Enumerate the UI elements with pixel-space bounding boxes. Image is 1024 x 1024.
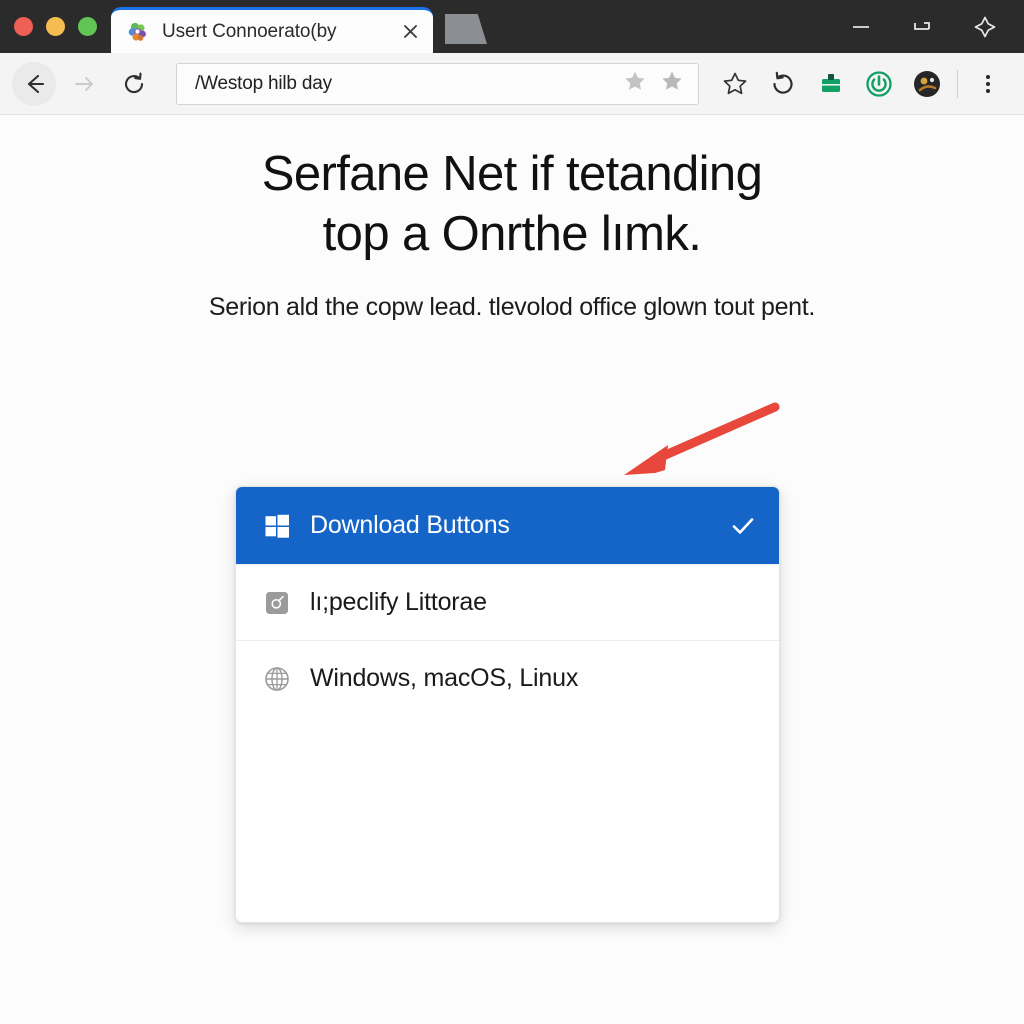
headline-line-1: Serfane Net if tetanding <box>261 147 763 201</box>
star-outline-icon[interactable] <box>711 60 759 108</box>
dropdown-item-label: Download Buttons <box>310 511 510 539</box>
browser-tab-active[interactable]: Usert Connoerato(by <box>111 7 433 53</box>
profile-avatar-icon[interactable] <box>903 60 951 108</box>
dropdown-item-platforms[interactable]: Windows, macOS, Linux <box>236 640 779 716</box>
tab-placeholder-shape[interactable] <box>445 14 487 44</box>
omnibox-actions <box>623 69 688 98</box>
refresh-icon[interactable] <box>759 60 807 108</box>
dropdown-item-label: lı;peclify Littorae <box>310 588 487 616</box>
bookmark-star-filled-icon[interactable] <box>660 69 684 98</box>
headline-line-2: top a Onrthe lımk. <box>322 206 702 261</box>
page-subtitle: Serion ald the copw lead. tlevolod offic… <box>208 292 816 321</box>
dropdown-item-specify-literature[interactable]: lı;peclify Littorae <box>236 564 779 640</box>
forward-button[interactable] <box>62 62 106 106</box>
address-bar[interactable]: /Westop hilb day <box>176 62 699 105</box>
browser-window: Usert Connoerato(by /Westop hilb day Ser… <box>0 0 1024 1024</box>
window-controls <box>830 0 1024 53</box>
clipboard-icon[interactable] <box>807 60 855 108</box>
tab-title: Usert Connoerato(by <box>162 20 337 42</box>
toolbar-divider <box>957 69 958 98</box>
back-button[interactable] <box>12 61 56 106</box>
tab-favicon-icon <box>127 21 149 43</box>
browser-toolbar: /Westop hilb day <box>0 53 1024 115</box>
minimize-icon[interactable] <box>830 0 892 53</box>
url-text[interactable]: /Westop hilb day <box>195 73 623 95</box>
dropdown-item-label: Windows, macOS, Linux <box>310 664 579 692</box>
window-zoom-button[interactable] <box>78 17 97 36</box>
page-content: Serfane Net if tetanding top a Onrthe lı… <box>0 115 1024 1024</box>
globe-icon <box>262 664 292 694</box>
power-icon[interactable] <box>855 60 903 108</box>
checkmark-icon <box>729 512 757 540</box>
maximize-icon[interactable] <box>892 0 954 53</box>
app-square-icon <box>262 588 292 618</box>
red-pointer-arrow <box>624 402 780 475</box>
three-dot-menu-icon[interactable] <box>964 60 1012 108</box>
reload-button[interactable] <box>112 62 156 106</box>
title-bar: Usert Connoerato(by <box>0 0 1024 53</box>
window-close-button[interactable] <box>14 17 33 36</box>
diamond-close-icon[interactable] <box>954 0 1016 53</box>
bookmark-star-icon[interactable] <box>623 69 647 98</box>
dropdown-item-download-buttons[interactable]: Download Buttons <box>236 487 779 564</box>
tab-strip: Usert Connoerato(by <box>111 0 830 53</box>
dropdown-panel: Download Buttons lı;peclify Littorae Win… <box>235 486 780 923</box>
traffic-light-controls <box>0 0 111 53</box>
window-minimize-button[interactable] <box>46 17 65 36</box>
tab-close-icon[interactable] <box>397 19 423 45</box>
windows-logo-icon <box>262 511 292 541</box>
toolbar-extension-icons <box>711 60 1012 108</box>
page-headline: Serfane Net if tetanding top a Onrthe lı… <box>0 115 1024 265</box>
